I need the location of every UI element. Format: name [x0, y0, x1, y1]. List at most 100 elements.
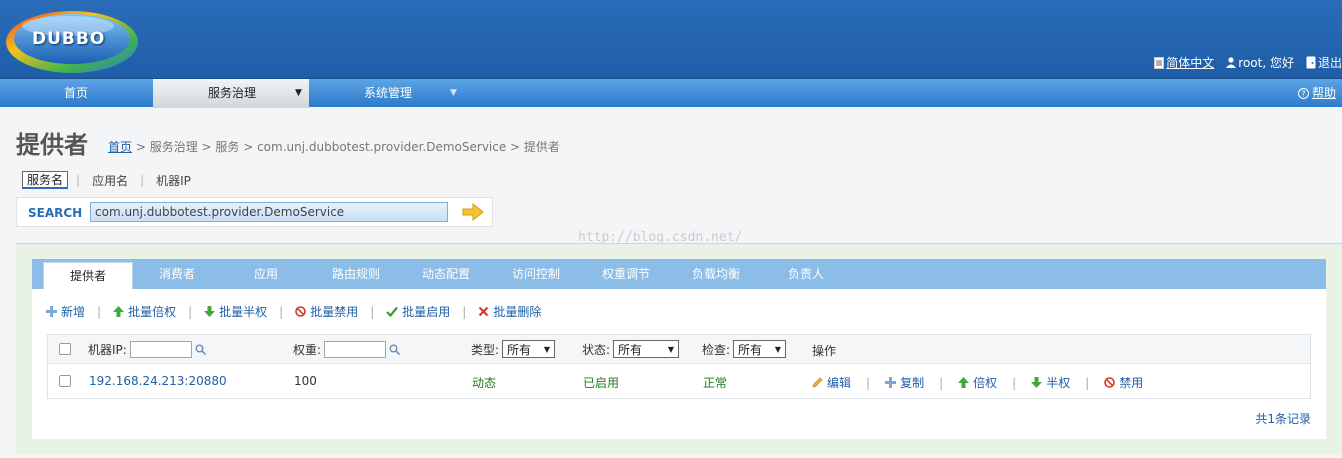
weight-header: 权重: — [293, 341, 401, 358]
tab-dynamic-config[interactable]: 动态配置 — [416, 259, 476, 289]
type-filter-value: 所有 — [507, 342, 532, 357]
chevron-down-icon: ▼ — [450, 88, 457, 98]
nav-item-system-admin[interactable]: 系统管理 ▼ — [310, 79, 466, 108]
action-separator: | — [939, 375, 944, 390]
row-status: 已启用 — [583, 376, 620, 390]
ops-header-label: 操作 — [812, 344, 837, 358]
search-box: SEARCH — [16, 197, 493, 227]
batch-delete-button[interactable]: 批量删除 — [478, 303, 541, 320]
search-tab-ip[interactable]: 机器IP — [152, 172, 195, 189]
half-weight-button[interactable]: 半权 — [1031, 374, 1070, 391]
arrow-right-icon[interactable] — [462, 203, 484, 221]
weight-filter-input[interactable] — [324, 341, 387, 358]
row-type: 动态 — [472, 376, 497, 390]
row-ip[interactable]: 192.168.24.213:20880 — [89, 374, 227, 388]
tab-label: 动态配置 — [421, 267, 470, 281]
nav-item-system-label: 系统管理 — [364, 86, 413, 100]
select-all-checkbox[interactable] — [59, 343, 71, 355]
type-header-label: 类型: — [471, 342, 500, 357]
nav-item-service-governance[interactable]: 服务治理 ▼ — [153, 79, 309, 108]
tab-load-balance[interactable]: 负载均衡 — [686, 259, 746, 289]
pencil-icon — [812, 377, 823, 388]
type-filter-select[interactable]: 所有 ▼ — [502, 340, 556, 358]
breadcrumb-home-link[interactable]: 首页 — [108, 140, 132, 154]
tab-bar: 提供者 消费者 应用 路由规则 动态配置 访问控制 权重调节 负载均衡 负责人 — [32, 259, 1326, 289]
language-link[interactable]: 简体中文 — [1154, 54, 1214, 71]
nav-item-service-label: 服务治理 — [208, 86, 257, 100]
add-button[interactable]: 新增 — [46, 303, 85, 320]
action-separator: | — [1012, 375, 1017, 390]
double-weight-button[interactable]: 倍权 — [958, 374, 997, 391]
weight-header-label: 权重: — [293, 343, 322, 357]
search-tab-application[interactable]: 应用名 — [88, 172, 132, 189]
tab-access-control[interactable]: 访问控制 — [506, 259, 566, 289]
chevron-down-icon: ▼ — [543, 344, 551, 354]
tab-label: 权重调节 — [601, 267, 650, 281]
double-weight-label: 倍权 — [973, 376, 998, 390]
batch-double-label: 批量倍权 — [128, 305, 177, 319]
breadcrumb-path: > 服务治理 > 服务 > com.unj.dubbotest.provider… — [132, 140, 560, 154]
disable-button[interactable]: 禁用 — [1104, 374, 1143, 391]
help-link[interactable]: ? 帮助 — [1297, 79, 1336, 108]
batch-delete-label: 批量删除 — [493, 305, 542, 319]
batch-disable-label: 批量禁用 — [310, 305, 359, 319]
row-operations: 编辑 | 复制 | 倍权 | 半权 | 禁用 — [812, 374, 1143, 391]
row-checkbox[interactable] — [59, 375, 71, 387]
arrow-up-icon — [958, 377, 970, 388]
batch-double-button[interactable]: 批量倍权 — [113, 303, 176, 320]
tab-label: 应用 — [253, 267, 278, 281]
providers-table: 机器IP: 权重: 类型: 所有 ▼ 状态: 所有 ▼ 检查: 所有 ▼ 操作 … — [47, 334, 1311, 399]
search-icon[interactable] — [389, 344, 401, 355]
tab-separator: | — [140, 173, 145, 187]
action-bar: 新增 | 批量倍权 | 批量半权 | 批量禁用 | 批量启用 | 批量删除 — [46, 303, 541, 320]
search-icon[interactable] — [195, 344, 206, 355]
ip-header: 机器IP: — [88, 341, 206, 358]
user-greeting[interactable]: root, 您好 — [1226, 54, 1294, 71]
tab-owners[interactable]: 负责人 — [776, 259, 836, 289]
batch-half-button[interactable]: 批量半权 — [204, 303, 267, 320]
delete-x-icon — [479, 306, 489, 317]
help-icon: ? — [1297, 88, 1309, 99]
forbidden-icon — [295, 306, 306, 317]
nav-item-home[interactable]: 首页 — [0, 79, 152, 108]
content-panel: 提供者 消费者 应用 路由规则 动态配置 访问控制 权重调节 负载均衡 负责人 … — [16, 243, 1342, 455]
tab-applications[interactable]: 应用 — [236, 259, 296, 289]
breadcrumb: 首页 > 服务治理 > 服务 > com.unj.dubbotest.provi… — [108, 138, 560, 155]
check-header-label: 检查: — [702, 342, 731, 357]
tab-routes[interactable]: 路由规则 — [326, 259, 386, 289]
status-filter-select[interactable]: 所有 ▼ — [613, 340, 680, 358]
check-filter-select[interactable]: 所有 ▼ — [733, 340, 787, 358]
batch-disable-button[interactable]: 批量禁用 — [295, 303, 358, 320]
chevron-down-icon: ▼ — [667, 344, 675, 354]
type-header: 类型: 所有 ▼ — [471, 340, 556, 358]
arrow-down-icon — [1031, 377, 1043, 388]
action-separator: | — [462, 304, 467, 319]
row-weight: 100 — [294, 374, 317, 388]
batch-enable-button[interactable]: 批量启用 — [386, 303, 450, 320]
search-tab-service[interactable]: 服务名 — [22, 171, 69, 189]
search-input[interactable] — [90, 202, 448, 222]
tab-label: 路由规则 — [331, 267, 380, 281]
tab-weights[interactable]: 权重调节 — [596, 259, 656, 289]
batch-enable-label: 批量启用 — [402, 305, 451, 319]
dubbo-logo[interactable]: DUBBO — [4, 6, 140, 74]
arrow-down-icon — [204, 306, 216, 317]
disable-label: 禁用 — [1119, 376, 1144, 390]
tab-consumers[interactable]: 消费者 — [147, 259, 207, 289]
action-separator: | — [279, 304, 284, 319]
status-header: 状态: 所有 ▼ — [582, 340, 680, 358]
ip-filter-input[interactable] — [129, 341, 192, 358]
action-separator: | — [370, 304, 375, 319]
copy-button[interactable]: 复制 — [885, 374, 924, 391]
chevron-down-icon: ▼ — [295, 88, 302, 98]
logout-link[interactable]: 退出 — [1306, 54, 1342, 71]
logout-label: 退出 — [1317, 56, 1342, 70]
provider-panel: 提供者 消费者 应用 路由规则 动态配置 访问控制 权重调节 负载均衡 负责人 … — [32, 259, 1326, 439]
tab-providers[interactable]: 提供者 — [43, 262, 133, 289]
tab-separator: | — [76, 173, 81, 187]
help-label: 帮助 — [1311, 86, 1336, 100]
search-label: SEARCH — [28, 206, 83, 220]
header-links: 简体中文 root, 您好 退出 — [1154, 54, 1342, 71]
table-header: 机器IP: 权重: 类型: 所有 ▼ 状态: 所有 ▼ 检查: 所有 ▼ 操作 — [48, 335, 1310, 364]
edit-button[interactable]: 编辑 — [812, 374, 851, 391]
